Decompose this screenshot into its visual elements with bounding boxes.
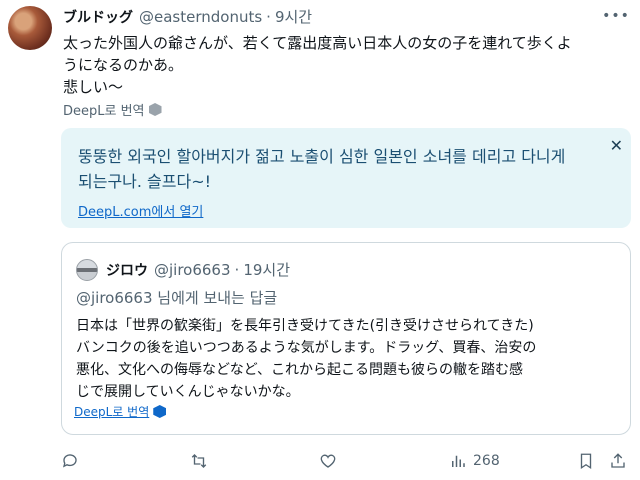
more-options-button[interactable]: ••• <box>602 6 630 26</box>
like-button[interactable] <box>319 448 337 474</box>
action-bar: 268 <box>0 448 640 474</box>
translation-line: 되는구나. 슬프다~! <box>78 172 212 191</box>
post-text: 太った外国人の爺さんが、若くて露出度高い日本人の女の子を連れて歩くよ うになるの… <box>63 32 623 98</box>
quoted-text-line: 日本は「世界の歓楽街」を長年引き受けてきた(引き受けさせられてきた) <box>76 318 534 334</box>
quoted-text-line: バンコクの後を追いつつあるような気がします。ドラッグ、買春、治安の <box>76 340 537 356</box>
translate-post-link[interactable]: DeepL로 번역 <box>63 100 162 119</box>
views-count: 268 <box>473 453 500 469</box>
translation-text: 뚱뚱한 외국인 할아버지가 젊고 노출이 심한 일본인 소녀를 데리고 다니게 … <box>78 144 618 194</box>
quoted-post-text: 日本は「世界の歓楽街」を長年引き受けてきた(引き受けさせられてきた) バンコクの… <box>76 315 621 403</box>
bookmark-button[interactable] <box>577 448 595 474</box>
share-button[interactable] <box>609 448 627 474</box>
quoted-text-line: 悪化、文化への侮辱などなど、これから起こる問題も彼らの轍を踏む感 <box>76 362 524 378</box>
quoted-post[interactable]: ジロウ @jiro6663 · 19시간 @jiro6663 님에게 보내는 답… <box>61 242 631 435</box>
analytics-icon <box>452 455 465 467</box>
quoted-author-avatar[interactable] <box>76 259 98 281</box>
more-horizontal-icon: ••• <box>602 8 630 24</box>
translate-quote-link[interactable]: DeepL로 번역 <box>74 403 167 420</box>
post-time[interactable]: 9시간 <box>275 6 312 27</box>
open-in-deepl-link[interactable]: DeepL.com에서 열기 <box>78 201 203 220</box>
translate-label: DeepL로 번역 <box>63 104 145 119</box>
heart-icon <box>320 454 336 468</box>
translation-panel: ✕ 뚱뚱한 외국인 할아버지가 젊고 노출이 심한 일본인 소녀를 데리고 다니… <box>61 128 631 228</box>
post-header: ブルドッグ @easterndonuts · 9시간 <box>63 6 312 27</box>
quoted-text-line: じで展開していくんじゃないかな。 <box>76 384 300 400</box>
quoted-post-time[interactable]: 19시간 <box>243 259 290 280</box>
author-avatar[interactable] <box>8 6 52 50</box>
separator-dot: · <box>234 260 240 279</box>
quoted-author-handle[interactable]: @jiro6663 <box>154 261 231 279</box>
author-name[interactable]: ブルドッグ <box>63 7 133 27</box>
post-text-line: うになるのかあ。 <box>63 56 184 74</box>
reply-icon <box>62 454 77 468</box>
repost-button[interactable] <box>190 448 208 474</box>
separator-dot: · <box>266 7 271 26</box>
translate-label: DeepL로 번역 <box>74 405 150 419</box>
quoted-author-name[interactable]: ジロウ <box>106 260 148 280</box>
share-icon <box>611 453 625 468</box>
views-button[interactable]: 268 <box>449 448 500 474</box>
reply-to-label: @jiro6663 님에게 보내는 답글 <box>76 289 278 307</box>
repost-icon <box>191 454 207 468</box>
deepl-icon <box>153 405 167 418</box>
bookmark-icon <box>580 453 592 470</box>
quoted-post-header: ジロウ @jiro6663 · 19시간 <box>106 259 290 280</box>
translation-line: 뚱뚱한 외국인 할아버지가 젊고 노출이 심한 일본인 소녀를 데리고 다니게 <box>78 147 566 166</box>
deepl-icon <box>148 103 162 116</box>
post-text-line: 太った外国人の爺さんが、若くて露出度高い日本人の女の子を連れて歩くよ <box>63 34 572 52</box>
post-text-line: 悲しい〜 <box>63 78 124 96</box>
reply-button[interactable] <box>61 448 79 474</box>
author-handle[interactable]: @easterndonuts <box>139 8 262 26</box>
